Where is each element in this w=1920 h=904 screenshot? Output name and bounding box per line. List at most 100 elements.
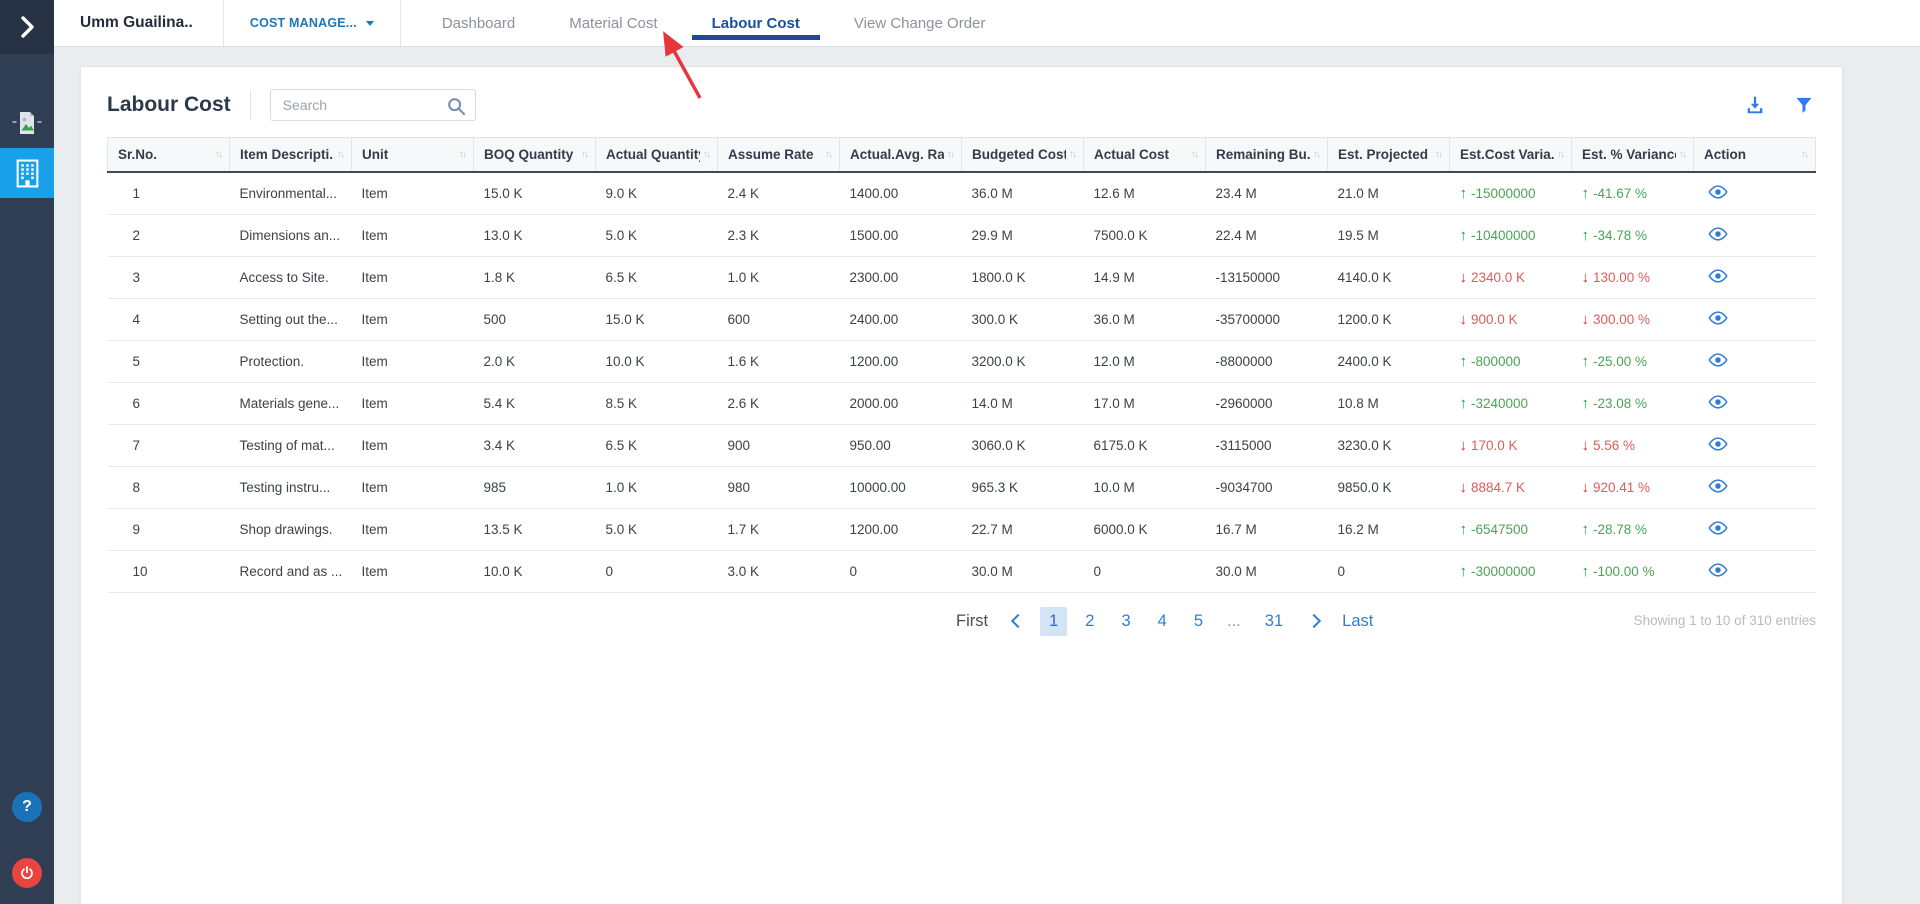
search-icon[interactable] bbox=[446, 96, 466, 121]
variance-value: -28.78 % bbox=[1593, 522, 1647, 537]
cell-boq_quantity: 2.0 K bbox=[474, 340, 596, 382]
filter-icon bbox=[1794, 95, 1814, 115]
view-details-button[interactable] bbox=[1704, 311, 1728, 325]
pagination-next-icon[interactable] bbox=[1307, 614, 1321, 628]
cell-budgeted_cost: 14.0 M bbox=[962, 382, 1084, 424]
tab-view-change-order[interactable]: View Change Order bbox=[827, 0, 1012, 46]
arrow-down-icon: ↓ bbox=[1460, 269, 1468, 286]
column-header-boq_quantity[interactable]: BOQ Quantity↑↓ bbox=[474, 138, 596, 172]
arrow-up-icon: ↑ bbox=[1582, 395, 1590, 412]
cell-actual_avg_rate: 1200.00 bbox=[840, 508, 962, 550]
cell-est_cost_variance: ↓170.0 K bbox=[1450, 424, 1572, 466]
cell-action bbox=[1694, 256, 1816, 298]
cell-action bbox=[1694, 424, 1816, 466]
column-header-unit[interactable]: Unit↑↓ bbox=[352, 138, 474, 172]
pagination-page-1[interactable]: 1 bbox=[1040, 607, 1067, 636]
page-background: Labour Cost Sr.No.↑↓Item Descripti...↑↓U… bbox=[54, 47, 1920, 904]
column-header-actual_quantity[interactable]: Actual Quantity↑↓ bbox=[596, 138, 718, 172]
sidebar-expand-button[interactable] bbox=[0, 0, 54, 54]
column-header-remaining_budget[interactable]: Remaining Bu...↑↓ bbox=[1206, 138, 1328, 172]
search-input[interactable] bbox=[271, 97, 475, 113]
arrow-down-icon: ↓ bbox=[1582, 437, 1590, 454]
sort-arrows-icon: ↑↓ bbox=[703, 149, 709, 160]
filter-button[interactable] bbox=[1794, 95, 1814, 115]
sidebar-item-cost-management[interactable] bbox=[0, 148, 54, 198]
table-row: 9Shop drawings.Item13.5 K5.0 K1.7 K1200.… bbox=[108, 508, 1816, 550]
project-name[interactable]: Umm Guailina.. bbox=[54, 0, 224, 46]
pagination-page-31[interactable]: 31 bbox=[1256, 607, 1292, 636]
cell-est_cost_variance: ↑-30000000 bbox=[1450, 550, 1572, 592]
topbar: Umm Guailina.. COST MANAGE... DashboardM… bbox=[54, 0, 1920, 47]
active-tab-underline bbox=[692, 35, 820, 40]
view-details-button[interactable] bbox=[1704, 437, 1728, 451]
view-details-button[interactable] bbox=[1704, 269, 1728, 283]
cell-actual_cost: 36.0 M bbox=[1084, 298, 1206, 340]
cell-unit: Item bbox=[352, 256, 474, 298]
table-row: 7Testing of mat...Item3.4 K6.5 K900950.0… bbox=[108, 424, 1816, 466]
module-dropdown[interactable]: COST MANAGE... bbox=[224, 0, 401, 46]
cell-boq_quantity: 500 bbox=[474, 298, 596, 340]
cell-est_cost_variance: ↓2340.0 K bbox=[1450, 256, 1572, 298]
tab-labour-cost[interactable]: Labour Cost bbox=[685, 0, 827, 46]
column-header-actual_cost[interactable]: Actual Cost↑↓ bbox=[1084, 138, 1206, 172]
cell-item: Environmental... bbox=[230, 172, 352, 215]
pagination-page-4[interactable]: 4 bbox=[1149, 607, 1176, 636]
cell-actual_cost: 12.6 M bbox=[1084, 172, 1206, 215]
column-header-item[interactable]: Item Descripti...↑↓ bbox=[230, 138, 352, 172]
sidebar-item-project-documents[interactable] bbox=[0, 98, 54, 148]
help-button[interactable]: ? bbox=[12, 792, 42, 822]
column-header-budgeted_cost[interactable]: Budgeted Cost↑↓ bbox=[962, 138, 1084, 172]
card-header: Labour Cost bbox=[107, 67, 1816, 137]
caret-down-icon bbox=[366, 21, 374, 26]
module-dropdown-label: COST MANAGE... bbox=[250, 16, 357, 30]
sort-arrows-icon: ↑↓ bbox=[1801, 149, 1807, 160]
pagination-page-2[interactable]: 2 bbox=[1076, 607, 1103, 636]
table-row: 1Environmental...Item15.0 K9.0 K2.4 K140… bbox=[108, 172, 1816, 215]
download-button[interactable] bbox=[1744, 94, 1766, 116]
view-details-button[interactable] bbox=[1704, 227, 1728, 241]
cell-est_cost_variance: ↑-15000000 bbox=[1450, 172, 1572, 215]
cell-boq_quantity: 13.0 K bbox=[474, 214, 596, 256]
variance-value: 170.0 K bbox=[1471, 438, 1518, 453]
cell-actual_cost: 17.0 M bbox=[1084, 382, 1206, 424]
cell-est_projected: 3230.0 K bbox=[1328, 424, 1450, 466]
cell-actual_avg_rate: 950.00 bbox=[840, 424, 962, 466]
column-header-est_pct_variance[interactable]: Est. % Variance↑↓ bbox=[1572, 138, 1694, 172]
view-details-button[interactable] bbox=[1704, 479, 1728, 493]
cell-assume_rate: 900 bbox=[718, 424, 840, 466]
column-label: Remaining Bu... bbox=[1216, 147, 1310, 162]
labour-cost-card: Labour Cost Sr.No.↑↓Item Descripti...↑↓U… bbox=[80, 66, 1843, 904]
cell-budgeted_cost: 3200.0 K bbox=[962, 340, 1084, 382]
column-header-actual_avg_rate[interactable]: Actual.Avg. Ra...↑↓ bbox=[840, 138, 962, 172]
pagination: First12345...31Last bbox=[956, 607, 1373, 636]
column-header-action[interactable]: Action↑↓ bbox=[1694, 138, 1816, 172]
view-details-button[interactable] bbox=[1704, 185, 1728, 199]
view-details-button[interactable] bbox=[1704, 353, 1728, 367]
sidebar: ? bbox=[0, 0, 54, 904]
cell-sr: 3 bbox=[108, 256, 230, 298]
pagination-last[interactable]: Last bbox=[1342, 612, 1373, 631]
pagination-page-5[interactable]: 5 bbox=[1185, 607, 1212, 636]
cell-assume_rate: 2.3 K bbox=[718, 214, 840, 256]
column-header-est_cost_variance[interactable]: Est.Cost Varia...↑↓ bbox=[1450, 138, 1572, 172]
cell-budgeted_cost: 965.3 K bbox=[962, 466, 1084, 508]
cell-actual_quantity: 9.0 K bbox=[596, 172, 718, 215]
arrow-up-icon: ↑ bbox=[1460, 521, 1468, 538]
view-details-button[interactable] bbox=[1704, 563, 1728, 577]
cell-actual_avg_rate: 2300.00 bbox=[840, 256, 962, 298]
logout-button[interactable] bbox=[12, 858, 42, 888]
column-header-est_projected[interactable]: Est. Projected ...↑↓ bbox=[1328, 138, 1450, 172]
cell-boq_quantity: 3.4 K bbox=[474, 424, 596, 466]
tab-material-cost[interactable]: Material Cost bbox=[542, 0, 684, 46]
cell-assume_rate: 980 bbox=[718, 466, 840, 508]
pagination-first[interactable]: First bbox=[956, 612, 988, 631]
pagination-page-3[interactable]: 3 bbox=[1112, 607, 1139, 636]
cell-actual_cost: 6175.0 K bbox=[1084, 424, 1206, 466]
column-header-sr[interactable]: Sr.No.↑↓ bbox=[108, 138, 230, 172]
view-details-button[interactable] bbox=[1704, 521, 1728, 535]
view-details-button[interactable] bbox=[1704, 395, 1728, 409]
tab-dashboard[interactable]: Dashboard bbox=[415, 0, 542, 46]
column-header-assume_rate[interactable]: Assume Rate↑↓ bbox=[718, 138, 840, 172]
pagination-prev-icon[interactable] bbox=[1011, 614, 1025, 628]
table-row: 3Access to Site.Item1.8 K6.5 K1.0 K2300.… bbox=[108, 256, 1816, 298]
